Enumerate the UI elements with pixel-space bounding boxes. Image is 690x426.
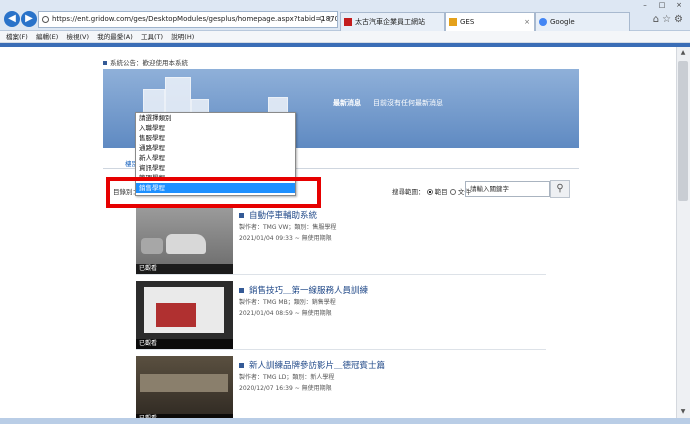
search-icon[interactable]: ⚲ xyxy=(550,180,570,198)
maximize-button[interactable]: □ xyxy=(655,0,669,10)
course-date: 2020/12/07 16:39 ~ 無使用期限 xyxy=(239,385,332,392)
address-url: https://ent.gridow.com/ges/DesktopModule… xyxy=(52,15,338,23)
news-title: 最新消息 xyxy=(333,99,361,107)
course-item[interactable]: 已觀看 自動停車輔助系統 製作者：TMG VW；類別：售服學程 2021/01/… xyxy=(136,206,546,276)
tab-google[interactable]: Google xyxy=(535,12,630,31)
course-title[interactable]: 自動停車輔助系統 xyxy=(239,209,317,221)
system-announcement: 系統公告：歡迎使用本系統 xyxy=(103,57,188,67)
dropdown-option[interactable]: 通路學程 xyxy=(136,143,295,153)
dropdown-option[interactable]: 新人學程 xyxy=(136,153,295,163)
menu-view[interactable]: 檢視(V) xyxy=(66,31,89,43)
radio-text[interactable] xyxy=(449,189,456,195)
news-text: 目前沒有任何最新消息 xyxy=(373,99,443,107)
page-content: 系統公告：歡迎使用本系統 最新消息 目前沒有任何最新消息 樓別 目錄別： 請選擇… xyxy=(100,47,580,424)
dropdown-option[interactable]: 入職學程 xyxy=(136,123,295,133)
search-refresh-icon[interactable]: ⚲ ↻ xyxy=(319,12,334,27)
tab-label: Google xyxy=(550,18,575,26)
menu-file[interactable]: 檔案(F) xyxy=(6,31,28,43)
scroll-thumb[interactable] xyxy=(678,61,688,201)
watched-badge: 已觀看 xyxy=(136,339,233,349)
tab-label: GES xyxy=(460,18,475,26)
course-item[interactable]: 已觀看 新人訓練品牌參訪影片＿德冠賓士篇 製作者：TMG LD；類別：新人學程 … xyxy=(136,356,546,426)
dropdown-option[interactable]: 售服學程 xyxy=(136,133,295,143)
annotation-highlight-box xyxy=(106,177,321,208)
course-date: 2021/01/04 09:33 ~ 無使用期限 xyxy=(239,235,332,242)
course-date: 2021/01/04 08:59 ~ 無使用期限 xyxy=(239,310,332,317)
minimize-button[interactable]: – xyxy=(638,0,652,10)
tab-label: 太古汽車企業員工網站 xyxy=(355,18,425,26)
menu-bar: 檔案(F) 編輯(E) 檢視(V) 我的最愛(A) 工具(T) 說明(H) xyxy=(0,31,690,43)
list-divider xyxy=(136,274,546,275)
course-thumbnail[interactable]: 已觀看 xyxy=(136,281,233,349)
google-favicon-icon xyxy=(539,18,547,26)
forward-button[interactable]: ▶ xyxy=(21,11,37,27)
windows-taskbar xyxy=(0,418,690,424)
back-button[interactable]: ◀ xyxy=(4,11,20,27)
course-title[interactable]: 銷售技巧＿第一線服務人員訓練 xyxy=(239,284,368,296)
scroll-up-icon[interactable]: ▲ xyxy=(676,47,690,59)
course-meta: 製作者：TMG VW；類別：售服學程 xyxy=(239,224,337,231)
menu-help[interactable]: 說明(H) xyxy=(171,31,194,43)
tab-ges[interactable]: GES × xyxy=(445,12,535,31)
dropdown-option[interactable]: 資訊學程 xyxy=(136,163,295,173)
search-scope: 搜尋範圍： 範目 文件 xyxy=(392,188,471,196)
menu-edit[interactable]: 編輯(E) xyxy=(36,31,58,43)
search-input[interactable]: 請輸入關鍵字 xyxy=(465,181,550,197)
course-item[interactable]: 已觀看 銷售技巧＿第一線服務人員訓練 製作者：TMG MB；類別：銷售學程 20… xyxy=(136,281,546,351)
close-window-button[interactable]: × xyxy=(672,0,686,10)
radio-title[interactable] xyxy=(426,189,433,195)
course-thumbnail[interactable]: 已觀看 xyxy=(136,206,233,274)
menu-favorites[interactable]: 我的最愛(A) xyxy=(97,31,133,43)
list-divider xyxy=(136,349,546,350)
dropdown-option[interactable]: 請選擇類別 xyxy=(136,113,295,123)
toolbar-icons[interactable]: ⌂☆⚙ xyxy=(653,14,686,25)
course-thumbnail[interactable]: 已觀看 xyxy=(136,356,233,424)
scroll-down-icon[interactable]: ▼ xyxy=(676,406,690,418)
address-bar[interactable]: https://ent.gridow.com/ges/DesktopModule… xyxy=(38,11,338,28)
bullet-icon xyxy=(103,61,107,65)
course-meta: 製作者：TMG MB；類別：銷售學程 xyxy=(239,299,336,306)
menu-tools[interactable]: 工具(T) xyxy=(141,31,163,43)
site-favicon-icon xyxy=(42,16,49,23)
tab-company-site[interactable]: 太古汽車企業員工網站 xyxy=(340,12,445,31)
watched-badge: 已觀看 xyxy=(136,264,233,274)
ges-favicon-icon xyxy=(449,18,457,26)
course-title[interactable]: 新人訓練品牌參訪影片＿德冠賓士篇 xyxy=(239,359,385,371)
browser-titlebar: ◀ ▶ https://ent.gridow.com/ges/DesktopMo… xyxy=(0,0,690,31)
close-tab-icon[interactable]: × xyxy=(524,13,530,31)
company-favicon-icon xyxy=(344,18,352,26)
course-meta: 製作者：TMG LD；類別：新人學程 xyxy=(239,374,335,381)
